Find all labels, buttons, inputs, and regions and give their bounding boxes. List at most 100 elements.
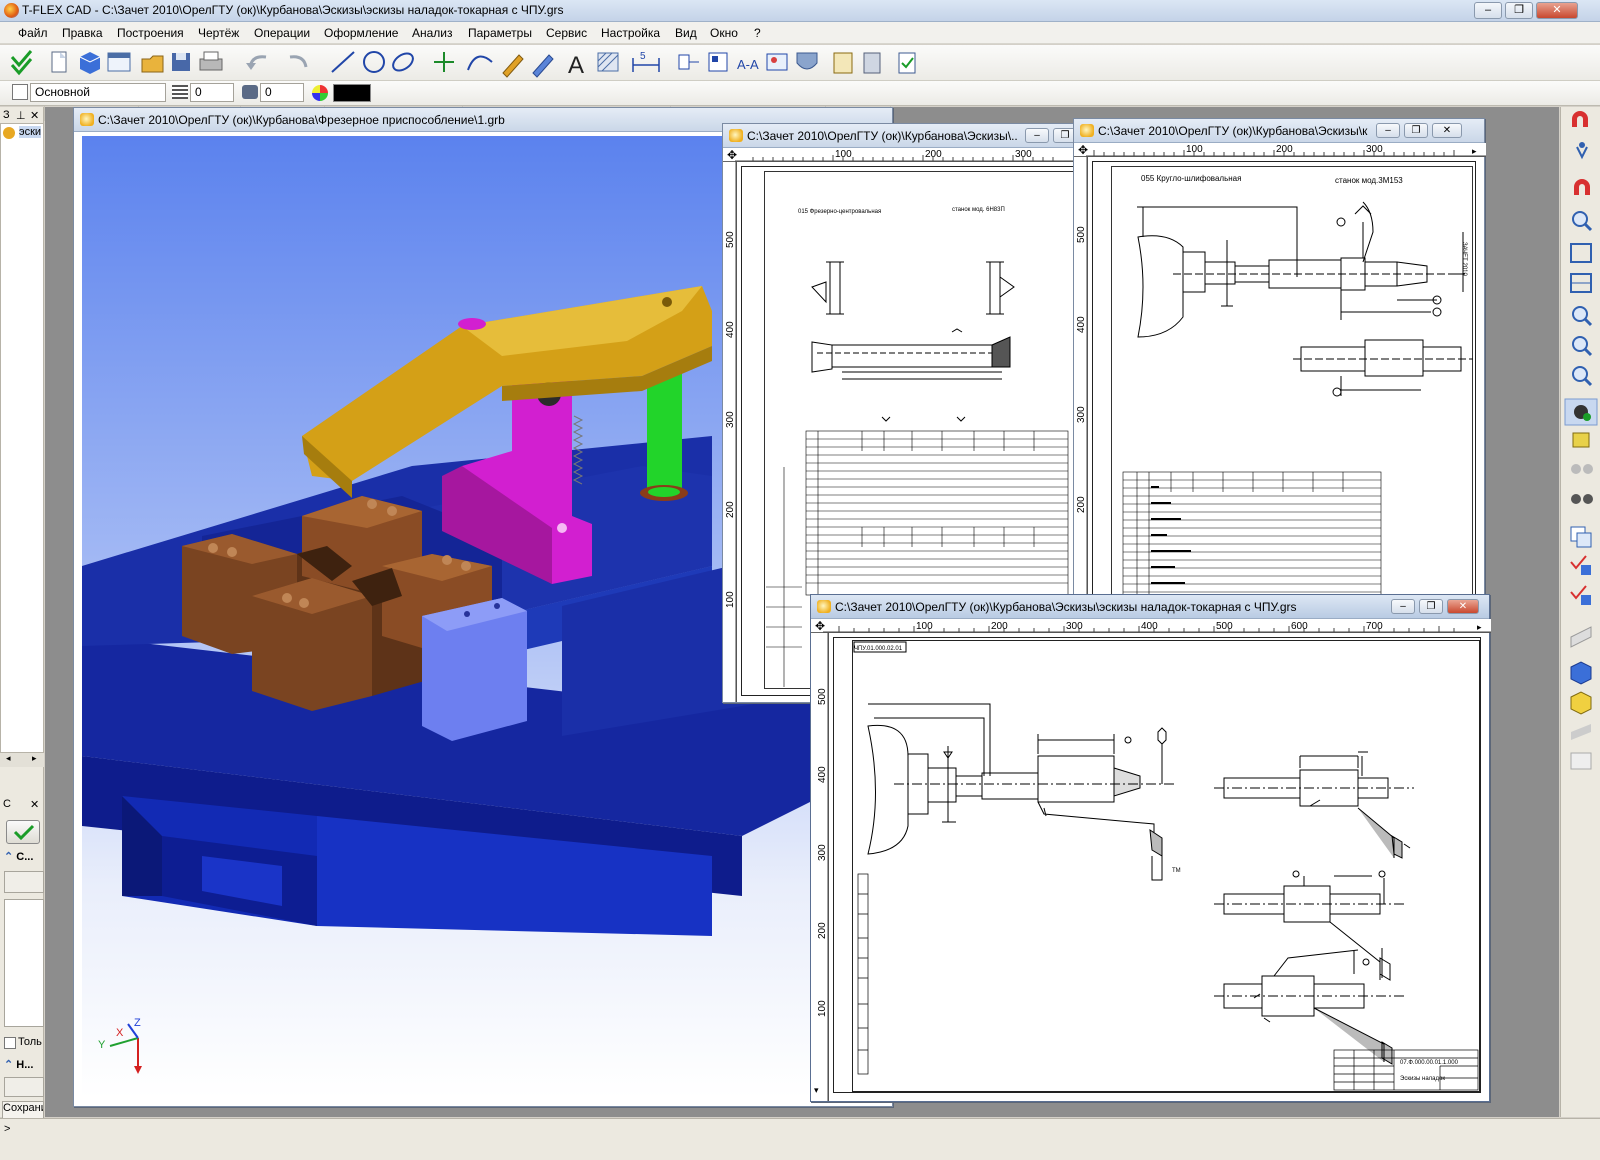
- sketch-1-minimize-button[interactable]: –: [1025, 128, 1049, 143]
- menu-file[interactable]: Файл: [18, 26, 48, 40]
- calculator-icon[interactable]: [863, 52, 881, 74]
- sketch-window-1-titlebar[interactable]: С:\Зачет 2010\ОрелГТУ (ок)\Курбанова\Эск…: [723, 124, 1081, 148]
- section-header-1[interactable]: ⌃ С...: [4, 850, 44, 864]
- sketch-3-maximize-button[interactable]: ❐: [1419, 599, 1443, 614]
- sketch-3-close-button[interactable]: ✕: [1447, 599, 1479, 614]
- circle-icon[interactable]: [363, 51, 385, 73]
- section-list[interactable]: [4, 899, 44, 1027]
- close-button[interactable]: ✕: [1536, 2, 1578, 19]
- hatch-icon[interactable]: [597, 52, 619, 72]
- zoom-previous-icon[interactable]: [1572, 366, 1593, 387]
- sketch-window-2-titlebar[interactable]: С:\Зачет 2010\ОрелГТУ (ок)\Курбанова\Эск…: [1074, 119, 1484, 143]
- menu-edit[interactable]: Правка: [62, 26, 103, 40]
- menu-service[interactable]: Сервис: [546, 26, 587, 40]
- glasses-icon[interactable]: [1571, 464, 1593, 474]
- menu-help[interactable]: ?: [754, 26, 761, 40]
- menu-analysis[interactable]: Анализ: [412, 26, 453, 40]
- section-field[interactable]: [4, 871, 44, 893]
- menu-settings[interactable]: Настройка: [601, 26, 660, 40]
- picture-icon[interactable]: [766, 53, 788, 71]
- panel-close-icon[interactable]: ✕: [30, 109, 39, 122]
- magnet-icon[interactable]: [1572, 111, 1588, 127]
- zoom-out-icon[interactable]: [1572, 336, 1593, 357]
- sketch-3-minimize-button[interactable]: –: [1391, 599, 1415, 614]
- color-swatch[interactable]: [333, 84, 371, 102]
- sketch-window-3[interactable]: С:\Зачет 2010\ОрелГТУ (ок)\Курбанова\Эск…: [810, 594, 1491, 1102]
- dimension-icon[interactable]: 5: [632, 51, 660, 72]
- menu-drawing[interactable]: Чертёж: [198, 26, 239, 40]
- spline-icon[interactable]: [467, 55, 493, 71]
- priority-field[interactable]: 0: [260, 83, 304, 102]
- windows-icon[interactable]: [1570, 526, 1592, 548]
- sketch-window-3-titlebar[interactable]: С:\Зачет 2010\ОрелГТУ (ок)\Курбанова\Эск…: [811, 595, 1489, 619]
- print-icon[interactable]: [199, 51, 223, 71]
- tree-item[interactable]: эски: [19, 126, 42, 138]
- save-icon[interactable]: [172, 53, 190, 71]
- maximize-button[interactable]: ❐: [1505, 2, 1533, 19]
- drawing-sheet-3[interactable]: ТМ 07.Ф.000.00.01.1.000 Эскизы наладок Ч…: [833, 637, 1481, 1093]
- sketch-2-minimize-button[interactable]: –: [1376, 123, 1400, 138]
- menu-window[interactable]: Окно: [710, 26, 738, 40]
- sketch-window-2-title: С:\Зачет 2010\ОрелГТУ (ок)\Курбанова\Эск…: [1098, 124, 1368, 138]
- command-panel-close-icon[interactable]: ✕: [30, 798, 39, 811]
- undo-icon[interactable]: [246, 55, 267, 70]
- zoom-window-icon[interactable]: [1572, 211, 1593, 232]
- level-field[interactable]: 0: [190, 83, 234, 102]
- view-icon[interactable]: [708, 52, 728, 72]
- text-icon[interactable]: A: [568, 52, 584, 79]
- sketch-pen-icon[interactable]: [502, 54, 524, 78]
- panel-pin-icon[interactable]: ⊥: [16, 109, 26, 122]
- confirm-icon[interactable]: [10, 50, 33, 76]
- checkbox[interactable]: [4, 1037, 16, 1049]
- node-icon[interactable]: [434, 52, 454, 72]
- hide-icon[interactable]: [1571, 494, 1593, 504]
- color-palette-icon[interactable]: [312, 85, 328, 101]
- body-check-icon[interactable]: [1570, 585, 1591, 605]
- fit-width-icon[interactable]: [1570, 273, 1592, 293]
- new-document-icon[interactable]: [51, 51, 67, 73]
- minimize-button[interactable]: –: [1474, 2, 1502, 19]
- menu-parameters[interactable]: Параметры: [468, 26, 532, 40]
- layers-icon[interactable]: [1572, 432, 1590, 448]
- cube-icon[interactable]: [1570, 661, 1592, 685]
- ok-button[interactable]: [6, 820, 40, 844]
- open-folder-icon[interactable]: [141, 55, 164, 73]
- save-button[interactable]: Сохрани: [2, 1101, 44, 1119]
- section-header-2[interactable]: ⌃ Н...: [4, 1058, 44, 1072]
- macro-icon[interactable]: [833, 52, 853, 74]
- fit-all-icon[interactable]: [1570, 243, 1592, 263]
- sketch-2-close-button[interactable]: ✕: [1432, 123, 1462, 138]
- section-tool-icon[interactable]: [1570, 626, 1592, 648]
- layer-combo[interactable]: Основной: [30, 83, 166, 102]
- new-3d-model-icon[interactable]: [79, 52, 101, 74]
- menu-construct[interactable]: Построения: [117, 26, 184, 40]
- tree-scrollbar[interactable]: ◂ ▸: [0, 753, 44, 767]
- menu-view[interactable]: Вид: [675, 26, 697, 40]
- command-prompt[interactable]: >: [4, 1123, 10, 1135]
- zoom-in-icon[interactable]: [1572, 306, 1593, 327]
- fragment-icon[interactable]: [678, 54, 699, 70]
- redo-icon[interactable]: [289, 55, 308, 68]
- edit-sketch-icon[interactable]: [532, 54, 554, 78]
- svg-text:300: 300: [817, 844, 828, 861]
- cube-yellow-icon[interactable]: [1570, 691, 1592, 715]
- menu-design[interactable]: Оформление: [324, 26, 398, 40]
- drawing-sheet-2[interactable]: 055 Кругло-шлифовальная станок мод.3М153: [1092, 161, 1476, 611]
- new-assembly-icon[interactable]: [107, 52, 131, 72]
- panel-icon[interactable]: [1570, 752, 1592, 770]
- line-icon[interactable]: [331, 51, 355, 73]
- svg-text:400: 400: [1076, 316, 1087, 333]
- projection-icon[interactable]: A-A: [737, 57, 759, 72]
- shield-icon[interactable]: [796, 52, 818, 70]
- sketch-2-maximize-button[interactable]: ❐: [1404, 123, 1428, 138]
- menu-operations[interactable]: Операции: [254, 26, 310, 40]
- svg-text:200: 200: [1276, 144, 1293, 155]
- snap-settings-icon[interactable]: [1576, 142, 1588, 160]
- ellipse-icon[interactable]: [390, 50, 416, 74]
- render-icon[interactable]: [1571, 724, 1591, 740]
- check-document-icon[interactable]: [898, 52, 916, 74]
- section-field-2[interactable]: [4, 1077, 44, 1097]
- body-select-icon[interactable]: [1570, 555, 1591, 575]
- magnet-check-icon[interactable]: [1574, 179, 1590, 195]
- panel-header-label: З: [3, 109, 10, 121]
